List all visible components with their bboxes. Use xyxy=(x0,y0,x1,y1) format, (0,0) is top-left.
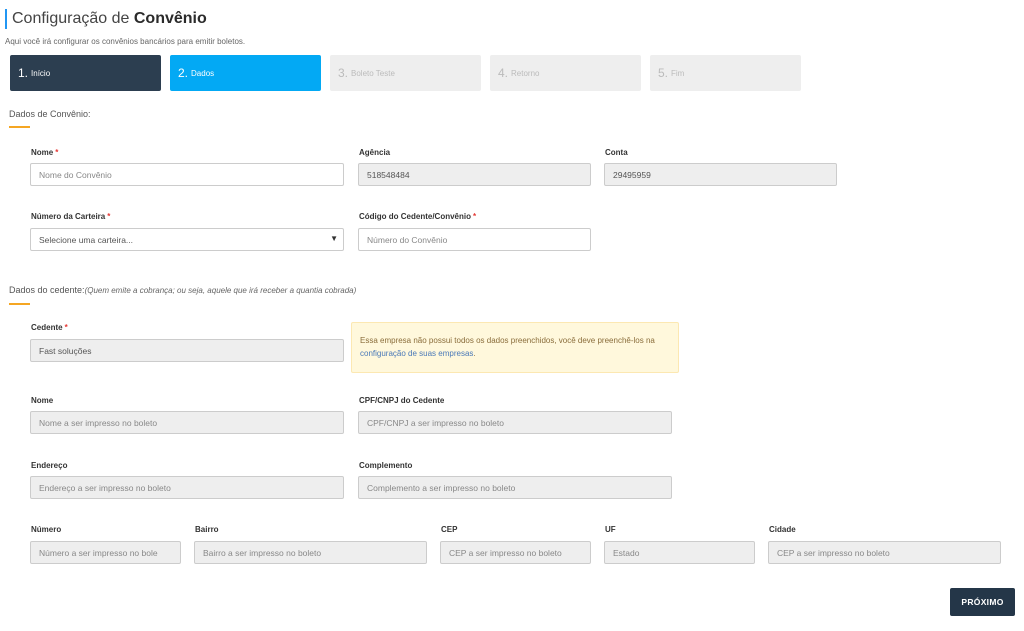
chevron-down-icon: ▼ xyxy=(330,234,338,243)
bairro-input: Bairro a ser impresso no boleto xyxy=(194,541,427,564)
section-title-cedente: Dados do cedente:(Quem emite a cobrança;… xyxy=(9,285,357,295)
nome-convenio-label: Nome * xyxy=(31,148,59,157)
cedente-field: Fast soluções xyxy=(30,339,344,362)
step-fim[interactable]: 5. Fim xyxy=(650,55,801,91)
cep-input: CEP a ser impresso no boleto xyxy=(440,541,591,564)
codigo-cedente-label: Código do Cedente/Convênio * xyxy=(359,212,477,221)
next-button[interactable]: PRÓXIMO xyxy=(950,588,1015,616)
agencia-label: Agência xyxy=(359,148,391,157)
cedente-label: Cedente * xyxy=(31,323,68,332)
step-boleto-teste[interactable]: 3. Boleto Teste xyxy=(330,55,481,91)
cep-label: CEP xyxy=(441,525,458,534)
step-label: Retorno xyxy=(511,68,540,78)
section-underline xyxy=(9,303,30,305)
step-label: Dados xyxy=(191,68,215,78)
section-title-convenio: Dados de Convênio: xyxy=(9,109,91,119)
endereco-input: Endereço a ser impresso no boleto xyxy=(30,476,344,499)
nome-convenio-input[interactable]: Nome do Convênio xyxy=(30,163,344,186)
step-inicio[interactable]: 1. Início xyxy=(10,55,161,91)
complemento-label: Complemento xyxy=(359,461,413,470)
page-title: Configuração de Convênio xyxy=(12,10,207,27)
cpf-cnpj-label: CPF/CNPJ do Cedente xyxy=(359,396,445,405)
conta-label: Conta xyxy=(605,148,628,157)
uf-label: UF xyxy=(605,525,616,534)
title-accent-bar xyxy=(5,9,7,29)
step-dados[interactable]: 2. Dados xyxy=(170,55,321,91)
nome-cedente-label: Nome xyxy=(31,396,54,405)
warning-alert: Essa empresa não possui todos os dados p… xyxy=(351,322,679,373)
cpf-cnpj-input: CPF/CNPJ a ser impresso no boleto xyxy=(358,411,672,434)
numero-label: Número xyxy=(31,525,62,534)
page-subtitle: Aqui você irá configurar os convênios ba… xyxy=(5,37,246,46)
agencia-field: 518548484 xyxy=(358,163,591,186)
carteira-select[interactable]: Selecione uma carteira... ▼ xyxy=(30,228,344,251)
uf-input: Estado xyxy=(604,541,755,564)
codigo-cedente-input[interactable]: Número do Convênio xyxy=(358,228,591,251)
conta-field: 29495959 xyxy=(604,163,837,186)
complemento-input: Complemento a ser impresso no boleto xyxy=(358,476,672,499)
section-underline xyxy=(9,126,30,128)
numero-input: Número a ser impresso no bole xyxy=(30,541,181,564)
cidade-input: CEP a ser impresso no boleto xyxy=(768,541,1001,564)
company-config-link[interactable]: configuração de suas empresas xyxy=(360,349,473,358)
endereco-label: Endereço xyxy=(31,461,68,470)
step-retorno[interactable]: 4. Retorno xyxy=(490,55,641,91)
step-label: Boleto Teste xyxy=(351,68,395,78)
nome-cedente-input: Nome a ser impresso no boleto xyxy=(30,411,344,434)
carteira-label: Número da Carteira * xyxy=(31,212,111,221)
step-label: Fim xyxy=(671,68,685,78)
cidade-label: Cidade xyxy=(769,525,796,534)
step-label: Início xyxy=(31,68,51,78)
bairro-label: Bairro xyxy=(195,525,219,534)
